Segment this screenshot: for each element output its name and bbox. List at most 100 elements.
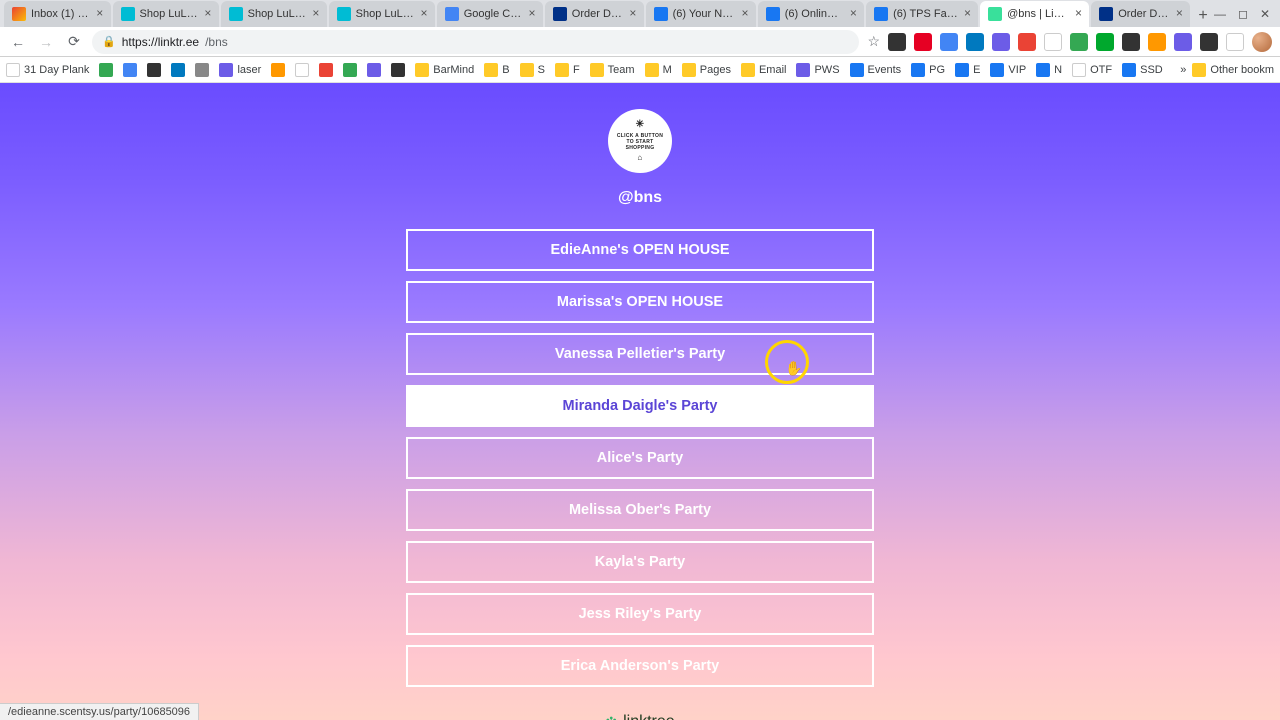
bookmark-favicon-icon	[295, 63, 309, 77]
tab-close-icon[interactable]: ×	[849, 8, 859, 20]
omnibox[interactable]: 🔒 https://linktr.ee/bns	[92, 30, 859, 54]
close-window-icon[interactable]: ✕	[1260, 7, 1270, 21]
tab-close-icon[interactable]: ×	[527, 8, 537, 20]
linktree-link[interactable]: Kayla's Party	[406, 541, 874, 583]
linktree-link[interactable]: Miranda Daigle's Party	[406, 385, 874, 427]
new-tab-button[interactable]: +	[1192, 5, 1214, 27]
bookmark-item[interactable]	[123, 63, 137, 77]
linktree-link[interactable]: Erica Anderson's Party	[406, 645, 874, 687]
bookmark-item[interactable]: SSD	[1122, 63, 1163, 77]
bookmark-folder[interactable]: S	[520, 63, 545, 77]
browser-tab[interactable]: Google Calend×	[437, 1, 543, 27]
bookmark-folder[interactable]: Email	[741, 63, 787, 77]
extension-icon[interactable]	[940, 33, 958, 51]
extension-icon[interactable]	[1226, 33, 1244, 51]
tab-close-icon[interactable]: ×	[311, 8, 321, 20]
tab-label: Shop LuLaRoe	[356, 8, 415, 20]
bookmark-item[interactable]: E	[955, 63, 980, 77]
pinterest-ext-icon[interactable]	[914, 33, 932, 51]
extension-icon[interactable]	[1148, 33, 1166, 51]
bookmark-item[interactable]: Events	[850, 63, 902, 77]
linktree-link[interactable]: EdieAnne's OPEN HOUSE	[406, 229, 874, 271]
bookmark-item[interactable]: PG	[911, 63, 945, 77]
tab-close-icon[interactable]: ×	[628, 8, 638, 20]
bookmark-item[interactable]	[171, 63, 185, 77]
back-button[interactable]: ←	[8, 32, 28, 52]
extension-icon[interactable]	[1070, 33, 1088, 51]
extension-icon[interactable]	[966, 33, 984, 51]
tab-close-icon[interactable]: ×	[1074, 8, 1084, 20]
bookmark-item[interactable]: VIP	[990, 63, 1026, 77]
bookmark-item[interactable]: PWS	[796, 63, 839, 77]
bookmark-item[interactable]	[367, 63, 381, 77]
tab-close-icon[interactable]: ×	[1175, 8, 1185, 20]
linktree-link[interactable]: Jess Riley's Party	[406, 593, 874, 635]
profile-avatar-icon[interactable]	[1252, 32, 1272, 52]
extension-icon[interactable]	[1044, 33, 1062, 51]
tab-close-icon[interactable]: ×	[95, 8, 105, 20]
tab-close-icon[interactable]: ×	[419, 8, 429, 20]
bookmark-label: 31 Day Plank	[24, 64, 89, 76]
bookmark-item[interactable]	[99, 63, 113, 77]
bookmark-item[interactable]: laser	[219, 63, 261, 77]
linktree-link[interactable]: Alice's Party	[406, 437, 874, 479]
browser-tab[interactable]: (6) Your Notifica×	[646, 1, 756, 27]
bookmark-label: N	[1054, 64, 1062, 76]
linktree-link[interactable]: Vanessa Pelletier's Party	[406, 333, 874, 375]
bookmark-item[interactable]	[147, 63, 161, 77]
browser-tab[interactable]: Shop LuLaRoe×	[221, 1, 327, 27]
extension-icon[interactable]	[1018, 33, 1036, 51]
linktree-link[interactable]: Melissa Ober's Party	[406, 489, 874, 531]
tab-close-icon[interactable]: ×	[740, 8, 750, 20]
browser-tab[interactable]: (6) TPS Family G×	[866, 1, 978, 27]
browser-tab[interactable]: @bns | Linktree×	[980, 1, 1089, 27]
browser-tab[interactable]: Shop LuLaRoe ×	[329, 1, 435, 27]
bookmark-item[interactable]	[343, 63, 357, 77]
extension-icon[interactable]	[1200, 33, 1218, 51]
reload-button[interactable]: ⟳	[64, 32, 84, 52]
tab-favicon-icon	[12, 7, 26, 21]
browser-tab[interactable]: Order Details ×	[545, 1, 644, 27]
bookmark-favicon-icon	[911, 63, 925, 77]
bookmark-favicon-icon	[271, 63, 285, 77]
bookmark-item[interactable]	[271, 63, 285, 77]
extension-icon[interactable]	[1174, 33, 1192, 51]
maximize-icon[interactable]: ◻	[1238, 7, 1248, 21]
bookmark-label: Email	[759, 64, 787, 76]
bookmark-item[interactable]: 31 Day Plank	[6, 63, 89, 77]
tab-close-icon[interactable]: ×	[203, 8, 213, 20]
forward-button[interactable]: →	[36, 32, 56, 52]
extension-icon[interactable]	[992, 33, 1010, 51]
bookmark-folder[interactable]: BarMind	[415, 63, 474, 77]
bookmark-item[interactable]: N	[1036, 63, 1062, 77]
bookmark-favicon-icon	[343, 63, 357, 77]
extension-icon[interactable]	[1096, 33, 1114, 51]
bookmark-item[interactable]: OTF	[1072, 63, 1112, 77]
extension-icon[interactable]	[1122, 33, 1140, 51]
bookmark-folder[interactable]: F	[555, 63, 580, 77]
bookmark-star-icon[interactable]: ☆	[867, 33, 880, 50]
bookmark-folder[interactable]: M	[645, 63, 672, 77]
bookmarks-overflow-icon[interactable]: »	[1180, 64, 1186, 76]
bookmark-item[interactable]	[195, 63, 209, 77]
browser-tab[interactable]: Inbox (1) - edie×	[4, 1, 111, 27]
browser-tab[interactable]: Order Details×	[1091, 1, 1190, 27]
tab-close-icon[interactable]: ×	[963, 8, 972, 20]
bookmark-item[interactable]	[391, 63, 405, 77]
linktree-footer[interactable]: ❇ linktree	[605, 713, 674, 720]
bookmark-folder[interactable]: B	[484, 63, 509, 77]
tab-label: Order Details	[572, 8, 623, 20]
bookmark-folder[interactable]: Team	[590, 63, 635, 77]
bookmark-label: Team	[608, 64, 635, 76]
linktree-link[interactable]: Marissa's OPEN HOUSE	[406, 281, 874, 323]
bookmark-item[interactable]	[319, 63, 333, 77]
linktree-footer-label: linktree	[623, 713, 675, 720]
extension-icon[interactable]	[888, 33, 906, 51]
browser-tab[interactable]: Shop LuLaRoe×	[113, 1, 219, 27]
bookmark-folder[interactable]: Pages	[682, 63, 731, 77]
bookmark-label: laser	[237, 64, 261, 76]
minimize-icon[interactable]: —	[1214, 7, 1226, 21]
bookmark-other[interactable]: Other bookm	[1192, 63, 1274, 77]
bookmark-item[interactable]	[295, 63, 309, 77]
browser-tab[interactable]: (6) Online Virtu×	[758, 1, 864, 27]
